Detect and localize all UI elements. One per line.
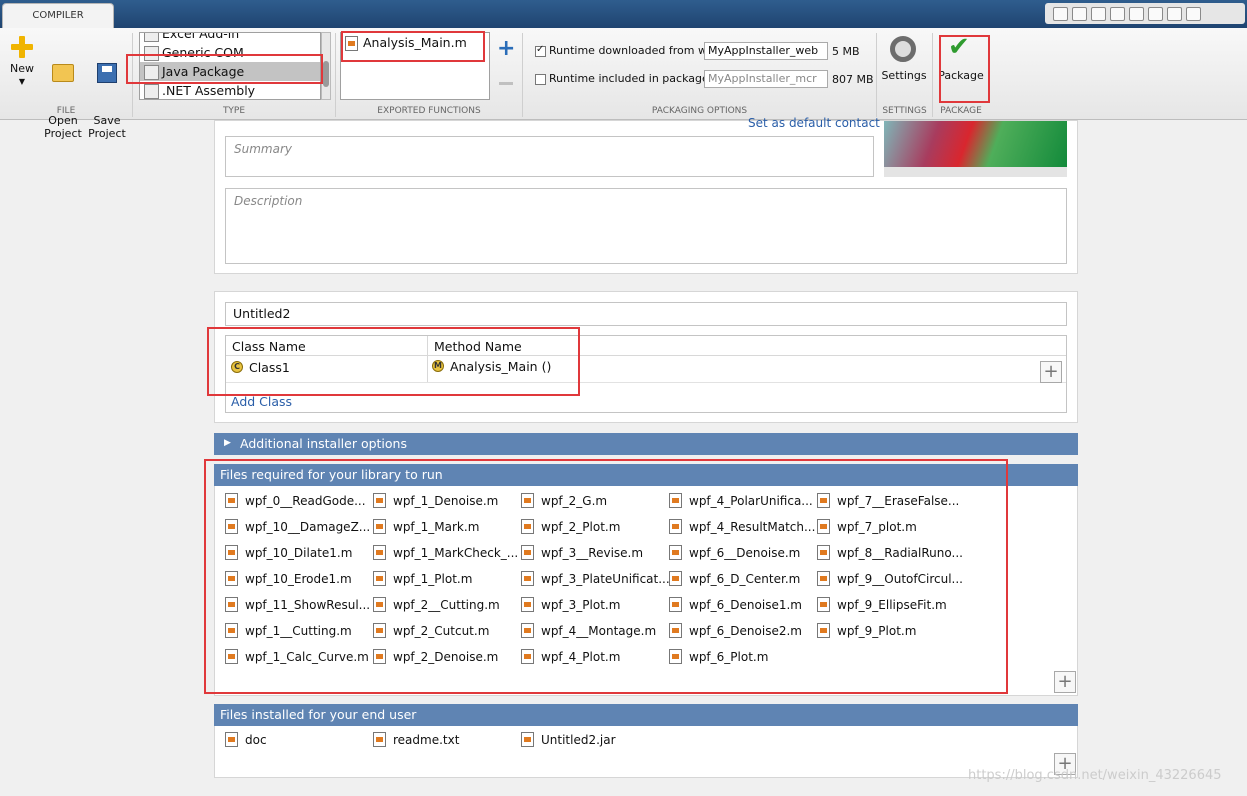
runtime-package-label: Runtime included in package bbox=[549, 72, 709, 85]
watermark: https://blog.csdn.net/weixin_43226645 bbox=[968, 768, 1222, 783]
highlight-required-files bbox=[204, 459, 1008, 694]
installed-file-label: doc bbox=[245, 733, 267, 747]
file-icon bbox=[225, 732, 238, 747]
file-icon bbox=[521, 732, 534, 747]
add-class-link[interactable]: Add Class bbox=[231, 394, 292, 409]
tab-compiler[interactable]: COMPILER bbox=[2, 3, 114, 29]
runtime-web-checkbox[interactable] bbox=[535, 44, 546, 57]
paste-icon[interactable] bbox=[1129, 6, 1144, 21]
runtime-web-label: Runtime downloaded from web bbox=[549, 44, 721, 57]
package-group-label: PACKAGE bbox=[940, 106, 982, 116]
save-project-button[interactable]: Save Project bbox=[88, 36, 126, 153]
type-group-label: TYPE bbox=[222, 106, 246, 116]
description-field[interactable]: Description bbox=[225, 188, 1067, 264]
installed-file-item[interactable]: Untitled2.jar bbox=[521, 732, 616, 748]
additional-options-label: Additional installer options bbox=[240, 436, 407, 451]
refresh-icon[interactable] bbox=[1186, 6, 1201, 21]
cut-icon[interactable] bbox=[1091, 6, 1106, 21]
summary-field[interactable]: Summary bbox=[225, 136, 874, 177]
installed-file-label: readme.txt bbox=[393, 733, 460, 747]
add-method-button[interactable]: + bbox=[1040, 361, 1062, 383]
disk-icon bbox=[97, 63, 117, 83]
runtime-package-size: 807 MB bbox=[832, 73, 874, 86]
installed-file-label: Untitled2.jar bbox=[541, 733, 616, 747]
copy-icon[interactable] bbox=[1110, 6, 1125, 21]
expand-triangle-icon: ▶ bbox=[224, 438, 231, 448]
highlight-package-button bbox=[939, 35, 990, 103]
file-icon bbox=[373, 732, 386, 747]
open-project-button[interactable]: Open Project bbox=[44, 36, 82, 153]
runtime-web-input[interactable]: MyAppInstaller_web bbox=[704, 42, 828, 60]
installed-file-item[interactable]: doc bbox=[225, 732, 267, 748]
default-contact-link[interactable]: Set as default contact bbox=[748, 116, 880, 130]
gear-icon[interactable] bbox=[890, 36, 916, 62]
file-group-label: FILE bbox=[56, 106, 76, 116]
new-button[interactable]: New ▼ bbox=[6, 36, 38, 88]
remove-function-icon[interactable] bbox=[499, 82, 513, 85]
app-splash-image[interactable] bbox=[884, 121, 1067, 167]
folder-icon bbox=[52, 64, 74, 82]
runtime-package-checkbox[interactable] bbox=[535, 74, 546, 85]
type-item-excel[interactable]: Excel Add-in bbox=[140, 33, 320, 43]
installed-files-header: Files installed for your end user bbox=[214, 704, 1078, 726]
runtime-web-size: 5 MB bbox=[832, 45, 860, 58]
runtime-package-input[interactable]: MyAppInstaller_mcr bbox=[704, 70, 828, 88]
add-required-file-button[interactable]: + bbox=[1054, 671, 1076, 693]
quick-access-toolbar bbox=[1045, 3, 1245, 24]
settings-button[interactable]: Settings bbox=[878, 69, 930, 82]
save-icon[interactable] bbox=[1072, 6, 1087, 21]
installed-files-panel bbox=[214, 726, 1078, 778]
installed-file-item[interactable]: readme.txt bbox=[373, 732, 459, 748]
additional-options-header[interactable]: ▶ Additional installer options bbox=[214, 433, 1078, 455]
highlight-java-package bbox=[126, 54, 323, 84]
settings-group-label: SETTINGS bbox=[882, 106, 927, 116]
help-icon[interactable] bbox=[1053, 6, 1068, 21]
plus-icon bbox=[11, 36, 33, 58]
new-label: New bbox=[10, 62, 34, 75]
library-name-input[interactable]: Untitled2 bbox=[225, 302, 1067, 326]
highlight-exported-function bbox=[341, 31, 485, 62]
splash-border bbox=[884, 167, 1067, 177]
chevron-down-icon: ▼ bbox=[18, 77, 26, 86]
add-function-icon[interactable]: + bbox=[497, 38, 515, 60]
highlight-class-table bbox=[207, 327, 580, 396]
redo-icon[interactable] bbox=[1167, 6, 1182, 21]
exported-group-label: EXPORTED FUNCTIONS bbox=[377, 106, 481, 116]
undo-icon[interactable] bbox=[1148, 6, 1163, 21]
